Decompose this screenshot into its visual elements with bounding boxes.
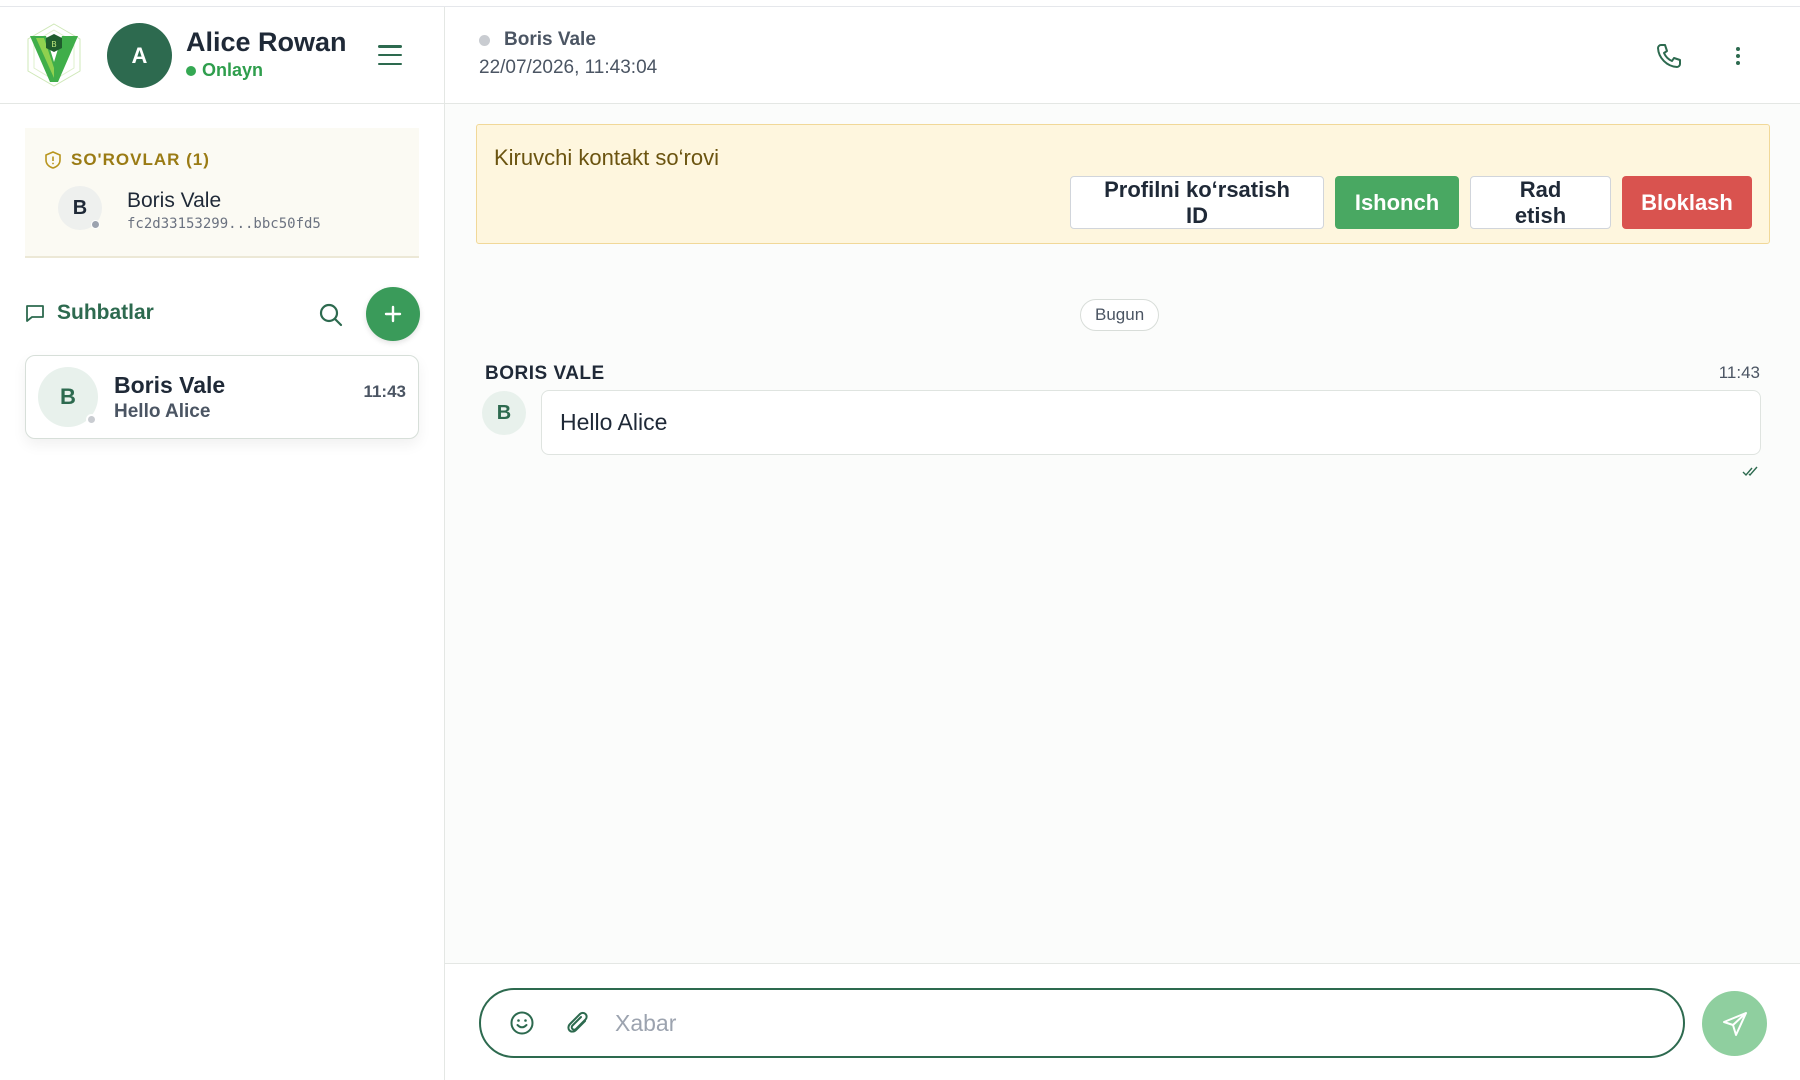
chats-title-group: Suhbatlar (25, 301, 154, 325)
peer-name: Boris Vale (504, 29, 596, 50)
sidebar: B A Alice Rowan Onlayn SO'ROVLAR (1) B B… (0, 7, 445, 1080)
user-avatar[interactable]: A (107, 23, 172, 88)
presence-dot-icon (479, 34, 490, 46)
composer-box (479, 988, 1685, 1058)
app-window: B A Alice Rowan Onlayn SO'ROVLAR (1) B B… (0, 6, 1800, 1080)
conversation-panel: Boris Vale 22/07/2026, 11:43:04 Kiruvchi… (445, 7, 1800, 1080)
request-avatar[interactable]: B (58, 186, 102, 230)
hamburger-icon[interactable] (374, 41, 406, 69)
show-profile-id-button[interactable]: Profilni ko‘rsatish ID (1070, 176, 1324, 229)
presence-dot-icon (91, 220, 100, 229)
double-check-icon (1742, 466, 1758, 477)
message-sender: BORIS VALE (485, 363, 605, 384)
chat-preview: Hello Alice (114, 401, 211, 422)
trust-button[interactable]: Ishonch (1335, 176, 1459, 229)
send-button[interactable] (1702, 991, 1767, 1056)
reject-button[interactable]: Rad etish (1470, 176, 1611, 229)
chat-time: 11:43 (363, 382, 406, 401)
paperclip-icon[interactable] (565, 1009, 591, 1037)
day-separator: Bugun (1080, 299, 1160, 331)
chat-list-item[interactable]: B Boris Vale Hello Alice 11:43 (25, 355, 419, 439)
chats-header: Suhbatlar (25, 287, 420, 341)
phone-icon[interactable] (1654, 41, 1684, 71)
peer-info: Boris Vale (479, 29, 596, 51)
online-dot-icon (186, 65, 196, 76)
new-chat-button[interactable] (366, 287, 420, 341)
contact-request-banner: Kiruvchi kontakt so‘rovi Profilni ko‘rsa… (476, 124, 1770, 244)
shield-icon (45, 151, 61, 169)
sidebar-header: B A Alice Rowan Onlayn (0, 7, 444, 104)
requests-header: SO'ROVLAR (1) (45, 150, 210, 170)
banner-text: Kiruvchi kontakt so‘rovi (494, 145, 719, 170)
message-time: 11:43 (1718, 363, 1760, 382)
message-input[interactable] (615, 1002, 1655, 1044)
request-id: fc2d33153299...bbc50fd5 (127, 216, 321, 232)
request-name[interactable]: Boris Vale (127, 189, 221, 213)
requests-title: SO'ROVLAR (1) (71, 150, 210, 169)
app-logo-icon: B (27, 23, 81, 87)
block-button[interactable]: Bloklash (1622, 176, 1752, 229)
presence-dot-icon (86, 414, 97, 425)
svg-text:B: B (51, 40, 57, 49)
message-text: Hello Alice (560, 409, 668, 435)
request-avatar-letter: B (72, 196, 88, 219)
chats-title: Suhbatlar (57, 301, 154, 324)
more-vertical-icon[interactable] (1728, 41, 1748, 71)
chat-avatar-letter: B (60, 384, 76, 409)
chat-name: Boris Vale (114, 372, 226, 398)
send-icon (1722, 1011, 1747, 1036)
composer (445, 963, 1800, 1080)
chat-avatar: B (38, 367, 98, 427)
conversation-header: Boris Vale 22/07/2026, 11:43:04 (445, 7, 1800, 104)
message-bubble[interactable]: Hello Alice (541, 390, 1761, 455)
user-status-label: Onlayn (202, 60, 264, 80)
plus-icon (384, 305, 402, 323)
chat-bubble-icon (26, 305, 44, 322)
requests-panel: SO'ROVLAR (1) B Boris Vale fc2d33153299.… (25, 128, 419, 258)
emoji-icon[interactable] (509, 1010, 535, 1036)
user-status: Onlayn (186, 60, 263, 81)
search-icon[interactable] (317, 301, 345, 329)
message-avatar: B (482, 391, 526, 435)
banner-actions: Profilni ko‘rsatish ID Ishonch Rad etish… (1070, 176, 1752, 229)
user-name: Alice Rowan (186, 27, 347, 57)
peer-timestamp: 22/07/2026, 11:43:04 (479, 57, 658, 78)
